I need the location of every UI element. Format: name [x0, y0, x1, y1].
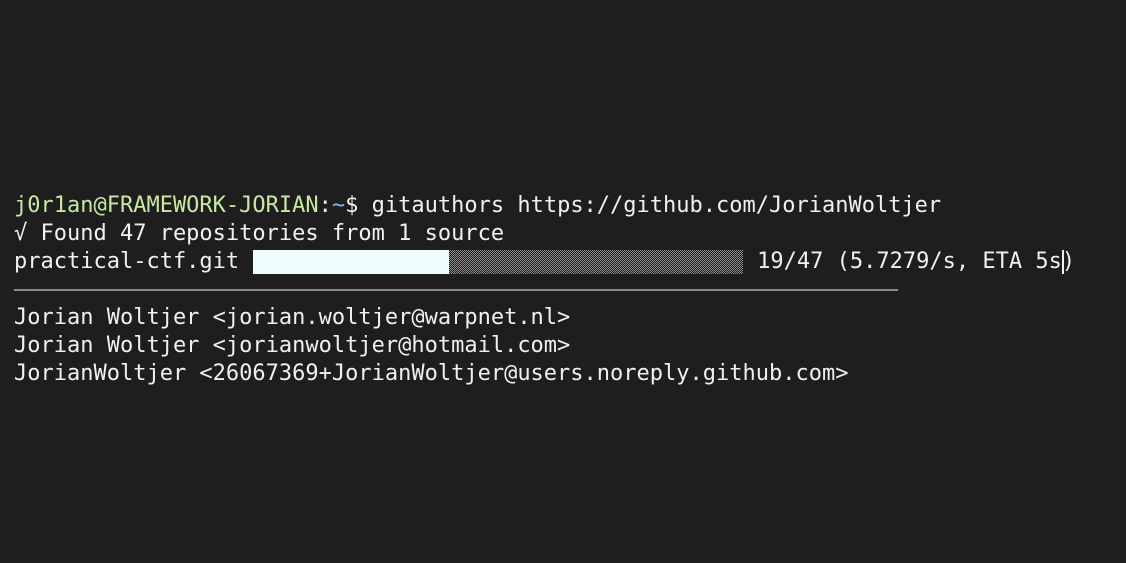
prompt-symbol: $	[345, 193, 359, 218]
terminal-window[interactable]: j0r1an@FRAMEWORK-JORIAN: ~ $ gitauthors ht…	[0, 0, 1126, 563]
progress-repo-name: practical-ctf.git	[14, 249, 240, 274]
progress-stats-end: )	[1061, 249, 1076, 274]
prompt-colon: :	[318, 193, 332, 218]
author-line: Jorian Woltjer <jorian.woltjer@warpnet.n…	[14, 305, 571, 330]
progress-bar-fill	[253, 250, 450, 274]
progress-bar	[253, 250, 744, 274]
progress-separator	[14, 289, 898, 291]
authors-list: Jorian Woltjer <jorian.woltjer@warpnet.n…	[14, 304, 1126, 388]
found-repositories-line: √ Found 47 repositories from 1 source	[14, 221, 505, 246]
terminal-output: j0r1an@FRAMEWORK-JORIAN: ~ $ gitauthors ht…	[14, 192, 1126, 388]
prompt-user-host: j0r1an@FRAMEWORK-JORIAN	[14, 193, 319, 218]
command-line: j0r1an@FRAMEWORK-JORIAN: ~ $ gitauthors ht…	[14, 192, 1126, 220]
prompt-path: ~	[331, 193, 346, 218]
author-line: Jorian Woltjer <jorianwoltjer@hotmail.co…	[14, 333, 571, 358]
progress-line: practical-ctf.git 19/47 (5.7279/s, ETA 5s…	[14, 248, 1126, 276]
command-text: gitauthors https://github.com/JorianWolt…	[358, 193, 942, 218]
progress-stats: 19/47 (5.7279/s, ETA 5s	[757, 249, 1062, 274]
author-line: JorianWoltjer <26067369+JorianWoltjer@us…	[14, 361, 849, 386]
